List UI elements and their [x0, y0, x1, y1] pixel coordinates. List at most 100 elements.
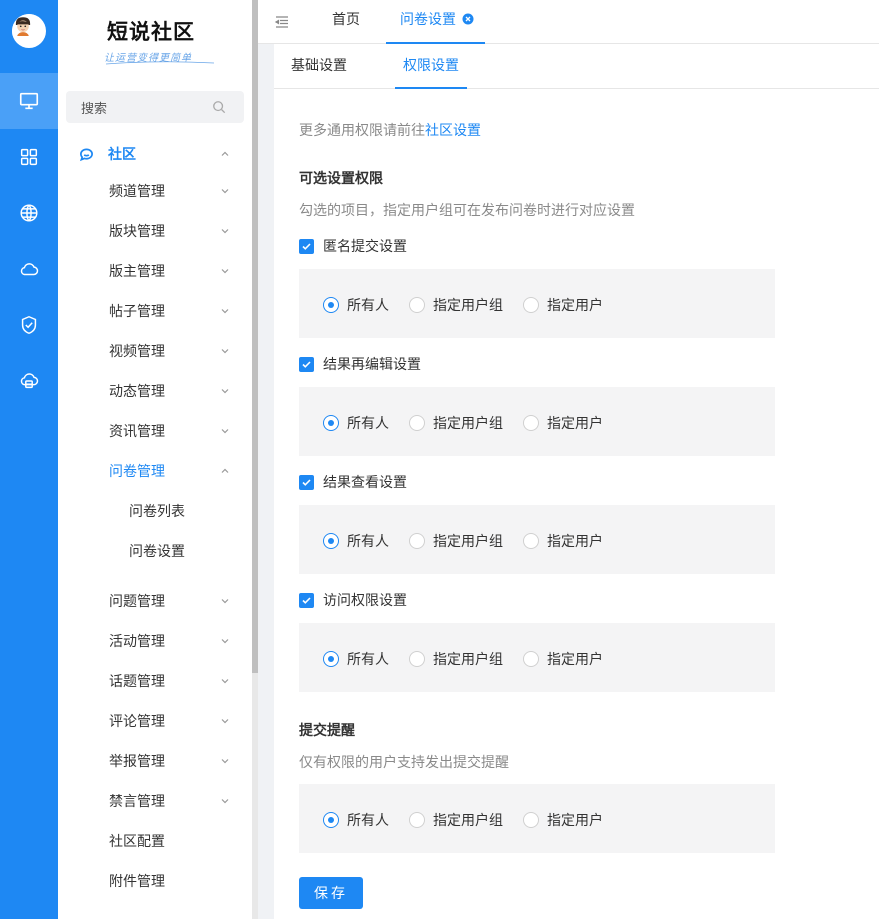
sidebar-item-label: 禁言管理 — [109, 794, 165, 810]
sidebar-section-label: 社区 — [108, 147, 136, 163]
community-settings-link[interactable]: 社区设置 — [425, 123, 481, 139]
radio-dot — [523, 415, 539, 431]
sidebar-item-label: 问卷列表 — [129, 504, 185, 520]
sidebar-section-community[interactable]: 社区 — [58, 134, 244, 174]
setting-checkbox[interactable]: 访问权限设置 — [299, 590, 407, 610]
chevron-down-icon — [221, 309, 229, 314]
chevron-down-icon — [221, 639, 229, 644]
sidebar-item[interactable]: 版块管理 — [58, 211, 244, 251]
optional-desc: 勾选的项目，指定用户组可在发布问卷时进行对应设置 — [299, 203, 635, 219]
rail-globe[interactable] — [0, 185, 58, 241]
radio-label: 指定用户 — [547, 813, 603, 829]
setting-radio-group: 所有人 指定用户组 指定用户 — [323, 295, 623, 315]
setting-label: 访问权限设置 — [323, 593, 407, 609]
sidebar-item[interactable]: 资讯管理 — [58, 411, 244, 451]
sidebar: 短说社区 让运营变得更简单 搜索 社区 频道管理 版块管理版主管理帖子管理 视频管理… — [58, 0, 258, 919]
radio-option[interactable]: 指定用户 — [523, 295, 603, 315]
sidebar-item-label: 问题管理 — [109, 594, 165, 610]
sidebar-item-label: 版主管理 — [109, 264, 165, 280]
setting-radio-box: 所有人 指定用户组 指定用户 — [299, 269, 775, 338]
setting-label: 匿名提交设置 — [323, 239, 407, 255]
radio-dot — [323, 297, 339, 313]
tab-home[interactable]: 首页 — [332, 0, 360, 44]
radio-option[interactable]: 指定用户 — [523, 810, 603, 830]
topbar: 首页 问卷设置 — [258, 0, 879, 44]
rail-monitor[interactable] — [0, 73, 58, 129]
remind-radio-box: 所有人 指定用户组 指定用户 — [299, 784, 775, 853]
sidebar-item[interactable]: 帖子管理 — [58, 291, 244, 331]
setting-checkbox[interactable]: 匿名提交设置 — [299, 236, 407, 256]
rail-cloud[interactable] — [0, 241, 58, 297]
rail-shield[interactable] — [0, 297, 58, 353]
radio-option[interactable]: 指定用户组 — [409, 531, 503, 551]
sidebar-item-label: 评论管理 — [109, 714, 165, 730]
chevron-down-icon — [221, 429, 229, 434]
radio-option[interactable]: 所有人 — [323, 413, 389, 433]
radio-option[interactable]: 所有人 — [323, 810, 389, 830]
sidebar-item[interactable]: 社区配置 — [58, 821, 244, 861]
radio-option[interactable]: 所有人 — [323, 295, 389, 315]
chevron-down-icon — [221, 269, 229, 274]
radio-option[interactable]: 指定用户组 — [409, 295, 503, 315]
chevron-down-icon — [221, 679, 229, 684]
sidebar-item[interactable]: 问题管理 — [58, 581, 244, 621]
setting-checkbox[interactable]: 结果查看设置 — [299, 472, 407, 492]
chevron-down-icon — [221, 389, 229, 394]
radio-dot — [409, 297, 425, 313]
search-input[interactable]: 搜索 — [66, 91, 244, 123]
sidebar-item[interactable]: 问卷列表 — [58, 491, 244, 531]
sidebar-item-label: 社区配置 — [109, 834, 165, 850]
radio-option[interactable]: 所有人 — [323, 649, 389, 669]
radio-dot — [409, 651, 425, 667]
sidebar-item[interactable]: 视频管理 — [58, 331, 244, 371]
subtab-permissions[interactable]: 权限设置 — [395, 44, 467, 89]
chat-icon — [79, 148, 93, 162]
sidebar-item[interactable]: 禁言管理 — [58, 781, 244, 821]
sidebar-item-label: 活动管理 — [109, 634, 165, 650]
radio-dot — [523, 812, 539, 828]
rail-grid[interactable] — [0, 129, 58, 185]
avatar[interactable] — [12, 14, 46, 48]
logo-title: 短说社区 — [107, 19, 195, 44]
tab-survey-settings-label: 问卷设置 — [400, 12, 456, 28]
chevron-down-icon — [221, 759, 229, 764]
chevron-down-icon — [221, 189, 229, 194]
subtab-basic[interactable]: 基础设置 — [291, 44, 347, 89]
sidebar-item[interactable]: 问卷设置 — [58, 531, 244, 571]
sidebar-item[interactable]: 评论管理 — [58, 701, 244, 741]
radio-dot — [323, 533, 339, 549]
sidebar-item[interactable]: 版主管理 — [58, 251, 244, 291]
sidebar-item-label: 动态管理 — [109, 384, 165, 400]
radio-option[interactable]: 指定用户组 — [409, 649, 503, 669]
sidebar-item[interactable]: 话题管理 — [58, 661, 244, 701]
sidebar-item[interactable]: 动态管理 — [58, 371, 244, 411]
radio-option[interactable]: 指定用户 — [523, 531, 603, 551]
radio-dot — [409, 415, 425, 431]
radio-option[interactable]: 指定用户 — [523, 649, 603, 669]
setting-checkbox[interactable]: 结果再编辑设置 — [299, 354, 421, 374]
close-icon[interactable] — [462, 13, 474, 25]
hint-text: 更多通用权限请前往社区设置 — [299, 120, 481, 140]
radio-option[interactable]: 指定用户组 — [409, 413, 503, 433]
logo: 短说社区 让运营变得更简单 — [104, 16, 215, 66]
chevron-up-icon — [221, 468, 229, 473]
sidebar-item[interactable]: 频道管理 — [58, 171, 244, 211]
sidebar-item[interactable]: 举报管理 — [58, 741, 244, 781]
setting-label: 结果再编辑设置 — [323, 357, 421, 373]
checkbox-checked-icon — [299, 356, 314, 372]
radio-option[interactable]: 所有人 — [323, 531, 389, 551]
radio-label: 指定用户 — [547, 534, 603, 550]
radio-label: 指定用户 — [547, 298, 603, 314]
collapse-menu-icon[interactable] — [274, 14, 290, 30]
radio-option[interactable]: 指定用户组 — [409, 810, 503, 830]
grid-icon — [20, 148, 38, 166]
radio-option[interactable]: 指定用户 — [523, 413, 603, 433]
rail-cloud-storage[interactable] — [0, 353, 58, 409]
setting-radio-group: 所有人 指定用户组 指定用户 — [323, 531, 623, 551]
tab-survey-settings[interactable]: 问卷设置 — [386, 0, 485, 44]
sidebar-item[interactable]: 问卷管理 — [58, 451, 244, 491]
remind-desc: 仅有权限的用户支持发出提交提醒 — [299, 755, 509, 771]
save-button[interactable]: 保存 — [299, 877, 363, 909]
sidebar-item[interactable]: 附件管理 — [58, 861, 244, 901]
sidebar-item[interactable]: 活动管理 — [58, 621, 244, 661]
